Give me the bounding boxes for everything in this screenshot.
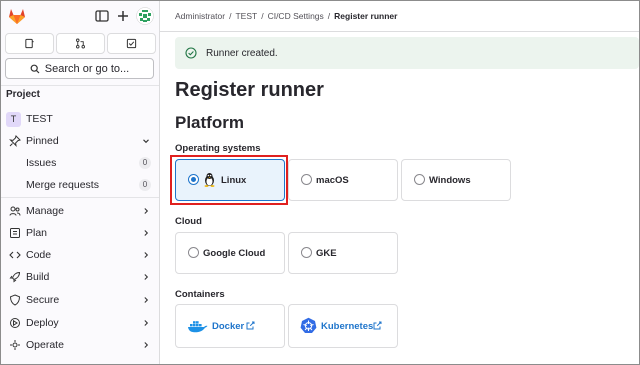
sidebar-item-plan[interactable]: Plan xyxy=(1,222,159,244)
sidebar-top-bar xyxy=(1,1,159,31)
pin-icon xyxy=(9,135,21,147)
selection-highlight-box xyxy=(170,155,288,205)
page-title: Register runner xyxy=(175,79,324,101)
sidebar-divider xyxy=(1,85,159,86)
sidebar-item-label: Secure xyxy=(26,294,60,306)
radio-gke[interactable] xyxy=(301,247,312,258)
radio-windows[interactable] xyxy=(414,174,425,185)
group-title-containers: Containers xyxy=(175,289,225,300)
chevron-right-icon xyxy=(144,208,149,214)
users-icon xyxy=(9,206,21,216)
sidebar-item-label: Manage xyxy=(26,205,64,217)
plan-icon xyxy=(10,228,20,238)
radio-google-cloud[interactable] xyxy=(188,247,199,258)
project-avatar: T xyxy=(6,112,21,127)
sidebar-toggle-icon[interactable] xyxy=(94,8,110,24)
option-label: macOS xyxy=(316,174,349,186)
option-label: GKE xyxy=(316,247,337,259)
operate-icon xyxy=(10,340,20,350)
sidebar-item-manage[interactable]: Manage xyxy=(1,200,159,222)
todo-check-icon xyxy=(126,38,137,49)
plus-icon[interactable] xyxy=(115,8,131,24)
success-alert: Runner created. xyxy=(175,37,639,69)
search-label: Search or go to... xyxy=(44,62,130,75)
check-circle-icon xyxy=(185,47,197,59)
option-label: Windows xyxy=(429,174,471,186)
rocket-icon xyxy=(9,271,21,283)
chevron-right-icon xyxy=(144,230,149,236)
issues-shortcut-button[interactable] xyxy=(5,33,54,54)
sidebar-divider xyxy=(1,197,159,198)
chevron-right-icon xyxy=(144,297,149,303)
option-label: Google Cloud xyxy=(203,247,266,259)
merge-requests-shortcut-button[interactable] xyxy=(56,33,105,54)
sidebar-item-pinned[interactable]: Pinned xyxy=(1,130,159,152)
radio-macos[interactable] xyxy=(301,174,312,185)
sidebar-item-label: Pinned xyxy=(26,135,59,147)
sidebar-item-label: Build xyxy=(26,271,50,283)
merge-request-icon xyxy=(76,38,85,49)
sidebar-item-label: Deploy xyxy=(26,317,59,329)
sidebar-item-label: Issues xyxy=(26,157,57,169)
docker-whale-icon xyxy=(188,321,208,333)
external-link-icon xyxy=(373,321,382,330)
breadcrumb-item-current[interactable]: Register runner xyxy=(334,11,397,21)
platform-option-macos[interactable]: macOS xyxy=(288,159,398,201)
chevron-right-icon xyxy=(144,320,149,326)
sidebar: Search or go to... Project T TEST Pinned… xyxy=(1,1,160,364)
sidebar-item-project[interactable]: T TEST xyxy=(1,108,159,130)
group-title-operating-systems: Operating systems xyxy=(175,143,261,154)
alert-text: Runner created. xyxy=(206,47,278,59)
search-button[interactable]: Search or go to... xyxy=(5,58,154,79)
platform-option-windows[interactable]: Windows xyxy=(401,159,511,201)
app-window: Search or go to... Project T TEST Pinned… xyxy=(0,0,640,365)
kubernetes-helm-icon xyxy=(300,317,317,333)
group-title-cloud: Cloud xyxy=(175,216,202,227)
deploy-icon xyxy=(10,318,20,328)
project-name: TEST xyxy=(26,113,53,125)
sidebar-item-code[interactable]: Code xyxy=(1,244,159,266)
sidebar-item-issues[interactable]: Issues 0 xyxy=(1,152,159,174)
sidebar-item-secure[interactable]: Secure xyxy=(1,289,159,311)
breadcrumb-item-project[interactable]: TEST xyxy=(235,11,257,21)
sidebar-item-merge-requests[interactable]: Merge requests 0 xyxy=(1,174,159,196)
chevron-right-icon xyxy=(144,342,149,348)
search-icon xyxy=(30,64,40,73)
code-icon xyxy=(9,251,21,259)
sidebar-item-label: Operate xyxy=(26,339,64,351)
container-option-kubernetes[interactable]: Kubernetes xyxy=(288,304,398,348)
sidebar-item-operate[interactable]: Operate xyxy=(1,334,159,356)
merge-requests-count-badge: 0 xyxy=(139,179,151,191)
option-label: Docker xyxy=(212,320,245,332)
user-avatar-icon[interactable] xyxy=(136,7,154,25)
section-title-platform: Platform xyxy=(175,113,244,132)
container-option-docker[interactable]: Docker xyxy=(175,304,285,348)
external-link-icon xyxy=(246,321,255,330)
chevron-right-icon xyxy=(144,274,149,280)
breadcrumb-item-cicd-settings[interactable]: CI/CD Settings xyxy=(268,11,324,21)
breadcrumb: Administrator / TEST / CI/CD Settings / Regist… xyxy=(175,11,398,21)
chevron-down-icon xyxy=(143,139,149,144)
sidebar-item-label: Plan xyxy=(26,227,48,239)
sidebar-section-title: Project xyxy=(6,89,40,100)
issues-count-badge: 0 xyxy=(139,157,151,169)
todo-shortcut-button[interactable] xyxy=(107,33,156,54)
sidebar-item-build[interactable]: Build xyxy=(1,266,159,288)
shield-icon xyxy=(9,294,21,306)
sidebar-item-label: Merge requests xyxy=(26,179,99,191)
sidebar-item-deploy[interactable]: Deploy xyxy=(1,312,159,334)
chevron-right-icon xyxy=(144,252,149,258)
breadcrumb-item-administrator[interactable]: Administrator xyxy=(175,11,225,21)
header-divider xyxy=(160,31,639,32)
gitlab-logo-icon[interactable] xyxy=(7,6,27,26)
platform-option-gke[interactable]: GKE xyxy=(288,232,398,274)
platform-option-google-cloud[interactable]: Google Cloud xyxy=(175,232,285,274)
option-label: Kubernetes xyxy=(321,320,374,332)
issue-icon xyxy=(25,38,34,49)
sidebar-item-label: Code xyxy=(26,249,52,261)
